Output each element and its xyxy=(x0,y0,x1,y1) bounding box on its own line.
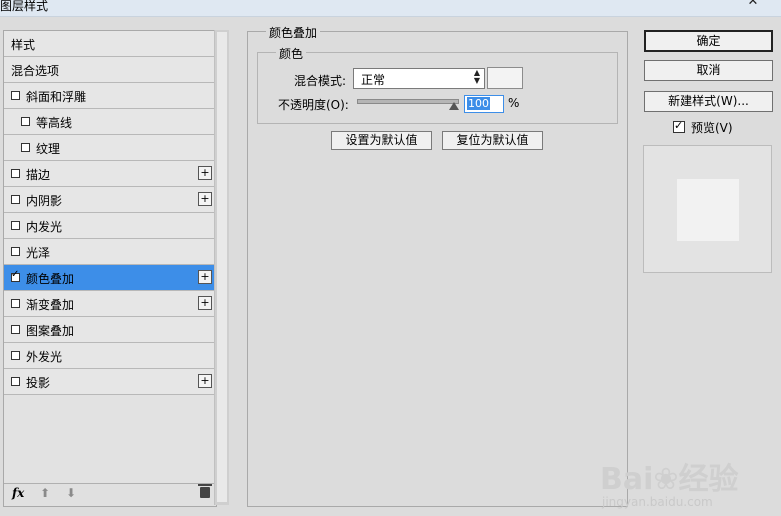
add-effect-icon[interactable]: + xyxy=(198,270,212,284)
style-item-label: 图案叠加 xyxy=(26,324,75,338)
style-checkbox[interactable] xyxy=(11,247,20,256)
reset-default-button[interactable]: 复位为默认值 xyxy=(442,131,543,150)
style-item-label: 光泽 xyxy=(26,246,51,260)
style-checkbox[interactable] xyxy=(11,299,20,308)
select-arrows-icon: ▲ ▼ xyxy=(473,68,480,85)
watermark-logo: Bai❀经验 xyxy=(600,462,739,497)
style-checkbox[interactable] xyxy=(11,377,20,386)
blend-options-label: 混合选项 xyxy=(11,64,60,78)
style-item-1[interactable]: 等高线 xyxy=(4,109,216,135)
style-item-6[interactable]: 光泽 xyxy=(4,239,216,265)
move-down-icon[interactable]: ⬇ xyxy=(66,486,76,500)
style-item-5[interactable]: 内发光 xyxy=(4,213,216,239)
styles-header[interactable]: 样式 xyxy=(4,31,216,57)
styles-list: 样式 混合选项 斜面和浮雕等高线纹理描边 + 内阴影 + 内发光光泽颜色叠加 + 渐变叠加 +… xyxy=(4,31,216,395)
add-effect-icon[interactable]: + xyxy=(198,374,212,388)
opacity-slider-handle[interactable] xyxy=(449,102,459,110)
blend-mode-select[interactable]: 正常 ▲ ▼ xyxy=(353,68,485,89)
style-checkbox[interactable] xyxy=(21,143,30,152)
style-item-7[interactable]: 颜色叠加 + xyxy=(4,265,216,291)
style-item-11[interactable]: 投影 + xyxy=(4,369,216,395)
cancel-button[interactable]: 取消 xyxy=(644,60,773,81)
style-item-3[interactable]: 描边 + xyxy=(4,161,216,187)
preview-swatch xyxy=(677,179,739,241)
new-style-button[interactable]: 新建样式(W)... xyxy=(644,91,773,112)
color-overlay-title: 颜色叠加 xyxy=(266,24,321,41)
style-item-label: 纹理 xyxy=(36,142,61,156)
style-item-label: 描边 xyxy=(26,168,51,182)
style-checkbox[interactable] xyxy=(11,325,20,334)
styles-panel: 样式 混合选项 斜面和浮雕等高线纹理描边 + 内阴影 + 内发光光泽颜色叠加 + 渐变叠加 +… xyxy=(3,30,217,507)
style-checkbox[interactable] xyxy=(11,169,20,178)
style-item-label: 渐变叠加 xyxy=(26,298,75,312)
styles-header-label: 样式 xyxy=(11,38,36,52)
color-subgroup-title: 颜色 xyxy=(276,45,307,62)
preview-checkbox[interactable] xyxy=(673,119,685,133)
style-checkbox[interactable] xyxy=(21,117,30,126)
fx-icon[interactable]: fx xyxy=(12,486,24,500)
style-checkbox[interactable] xyxy=(11,91,20,100)
preview-label: 预览(V) xyxy=(691,121,733,135)
add-effect-icon[interactable]: + xyxy=(198,296,212,310)
style-item-label: 内发光 xyxy=(26,220,63,234)
opacity-input[interactable]: 100 xyxy=(464,95,504,113)
style-item-9[interactable]: 图案叠加 xyxy=(4,317,216,343)
preview-box xyxy=(643,145,772,273)
styles-scrollbar[interactable] xyxy=(214,30,229,505)
opacity-label: 不透明度(O): xyxy=(278,98,349,112)
add-effect-icon[interactable]: + xyxy=(198,166,212,180)
blend-mode-label: 混合模式: xyxy=(294,74,347,88)
overlay-color-swatch[interactable] xyxy=(487,67,523,89)
style-item-2[interactable]: 纹理 xyxy=(4,135,216,161)
style-item-label: 外发光 xyxy=(26,350,63,364)
style-checkbox[interactable] xyxy=(11,195,20,204)
window-title: 图层样式 xyxy=(0,0,49,13)
opacity-slider[interactable] xyxy=(357,99,459,104)
style-checkbox[interactable] xyxy=(11,221,20,230)
set-default-button[interactable]: 设置为默认值 xyxy=(331,131,432,150)
style-item-label: 颜色叠加 xyxy=(26,272,75,286)
style-checkbox[interactable] xyxy=(11,269,20,282)
style-item-4[interactable]: 内阴影 + xyxy=(4,187,216,213)
style-item-label: 内阴影 xyxy=(26,194,63,208)
blend-options-item[interactable]: 混合选项 xyxy=(4,57,216,83)
style-checkbox[interactable] xyxy=(11,351,20,360)
title-bar: 图层样式 ✕ xyxy=(0,0,781,17)
style-item-8[interactable]: 渐变叠加 + xyxy=(4,291,216,317)
style-item-label: 等高线 xyxy=(36,116,73,130)
ok-button[interactable]: 确定 xyxy=(644,30,773,52)
styles-panel-footer: fx ⬆ ⬇ xyxy=(4,483,216,506)
move-up-icon[interactable]: ⬆ xyxy=(40,486,50,500)
layer-style-dialog: 样式 混合选项 斜面和浮雕等高线纹理描边+内阴影+内发光光泽颜色叠加+渐变叠加+… xyxy=(0,17,781,516)
watermark-url: jingyan.baidu.com xyxy=(602,495,713,509)
style-item-0[interactable]: 斜面和浮雕 xyxy=(4,83,216,109)
style-item-label: 投影 xyxy=(26,376,51,390)
style-item-label: 斜面和浮雕 xyxy=(26,90,87,104)
add-effect-icon[interactable]: + xyxy=(198,192,212,206)
close-icon[interactable]: ✕ xyxy=(741,0,765,10)
blend-mode-value: 正常 xyxy=(361,73,386,87)
trash-icon[interactable] xyxy=(198,484,212,498)
style-item-10[interactable]: 外发光 xyxy=(4,343,216,369)
opacity-value: 100 xyxy=(467,97,490,110)
scrollbar-thumb[interactable] xyxy=(217,32,227,502)
opacity-unit: % xyxy=(508,96,520,110)
